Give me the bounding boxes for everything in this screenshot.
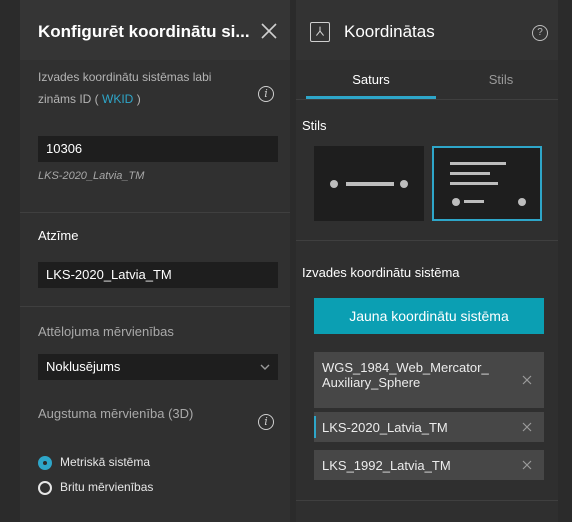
widget-header: Koordinātas ? — [296, 0, 558, 60]
coordinates-widget-panel: Koordinātas ? Saturs Stils Stils Izvades… — [296, 0, 558, 522]
divider — [20, 212, 290, 213]
wkid-description-line1: Izvades koordinātu sistēmas labi — [38, 70, 212, 84]
coordinates-icon — [310, 22, 330, 42]
style-section-title: Stils — [302, 118, 327, 133]
output-cs-title: Izvades koordinātu sistēma — [302, 265, 460, 280]
style-option-card[interactable] — [432, 146, 542, 221]
info-icon[interactable]: i — [258, 414, 274, 430]
wkid-description-line2: zināms ID ( WKID ) — [38, 88, 141, 110]
display-units-title: Attēlojuma mērvienības — [38, 324, 174, 339]
cs-item-label: LKS-2020_Latvia_TM — [322, 420, 448, 435]
style-option-bar[interactable] — [314, 146, 424, 221]
wkid-section: Izvades koordinātu sistēmas labi zināms … — [20, 60, 290, 210]
tab-style[interactable]: Stils — [446, 72, 556, 87]
label-input[interactable]: LKS-2020_Latvia_TM — [38, 262, 278, 288]
panel-title: Konfigurēt koordinātu si... — [38, 22, 250, 41]
coordinate-bar-style-icon — [330, 180, 408, 188]
cs-item-lks2020[interactable]: LKS-2020_Latvia_TM — [314, 412, 544, 442]
info-icon[interactable]: i — [258, 86, 274, 102]
close-icon[interactable] — [260, 22, 278, 40]
cs-item-label: WGS_1984_Web_Mercator_ Auxiliary_Sphere — [322, 360, 489, 390]
tab-content[interactable]: Saturs — [316, 72, 426, 87]
chevron-down-icon — [260, 364, 270, 370]
radio-imperial[interactable] — [38, 481, 52, 495]
display-units-select[interactable]: Noklusējums — [38, 354, 278, 380]
wkid-link[interactable]: WKID — [99, 92, 137, 106]
configure-coordinate-system-panel: Konfigurēt koordinātu si... Izvades koor… — [20, 0, 290, 522]
close-icon[interactable] — [522, 422, 532, 432]
coordinate-config-screen: Konfigurēt koordinātu si... Izvades koor… — [0, 0, 572, 522]
wkid-desc-suffix: ) — [136, 92, 141, 106]
cs-item-label: LKS_1992_Latvia_TM — [322, 458, 451, 473]
wkid-resolved-name: LKS-2020_Latvia_TM — [38, 170, 145, 182]
close-icon[interactable] — [522, 460, 532, 470]
divider — [296, 500, 558, 501]
widget-title: Koordinātas — [344, 22, 435, 41]
add-coordinate-system-button[interactable]: Jauna koordinātu sistēma — [314, 298, 544, 334]
divider — [296, 99, 558, 100]
divider — [20, 306, 290, 307]
label-title: Atzīme — [38, 228, 79, 243]
radio-imperial-label: Britu mērvienības — [60, 480, 154, 494]
close-icon[interactable] — [522, 375, 532, 385]
coordinate-card-style-icon — [450, 162, 526, 206]
help-icon[interactable]: ? — [532, 25, 548, 41]
cs-item-wgs1984[interactable]: WGS_1984_Web_Mercator_ Auxiliary_Sphere — [314, 352, 544, 408]
divider — [296, 240, 558, 241]
cs-item-lks1992[interactable]: LKS_1992_Latvia_TM — [314, 450, 544, 480]
radio-metric-label: Metriskā sistēma — [60, 455, 151, 469]
display-units-value: Noklusējums — [46, 359, 121, 374]
wkid-input[interactable]: 10306 — [38, 136, 278, 162]
wkid-desc-prefix: zināms ID ( — [38, 92, 99, 106]
elevation-units-title: Augstuma mērvienība (3D) — [38, 406, 194, 421]
drag-handle[interactable] — [314, 416, 316, 438]
radio-metric[interactable] — [38, 456, 52, 470]
panel-header: Konfigurēt koordinātu si... — [20, 0, 290, 60]
